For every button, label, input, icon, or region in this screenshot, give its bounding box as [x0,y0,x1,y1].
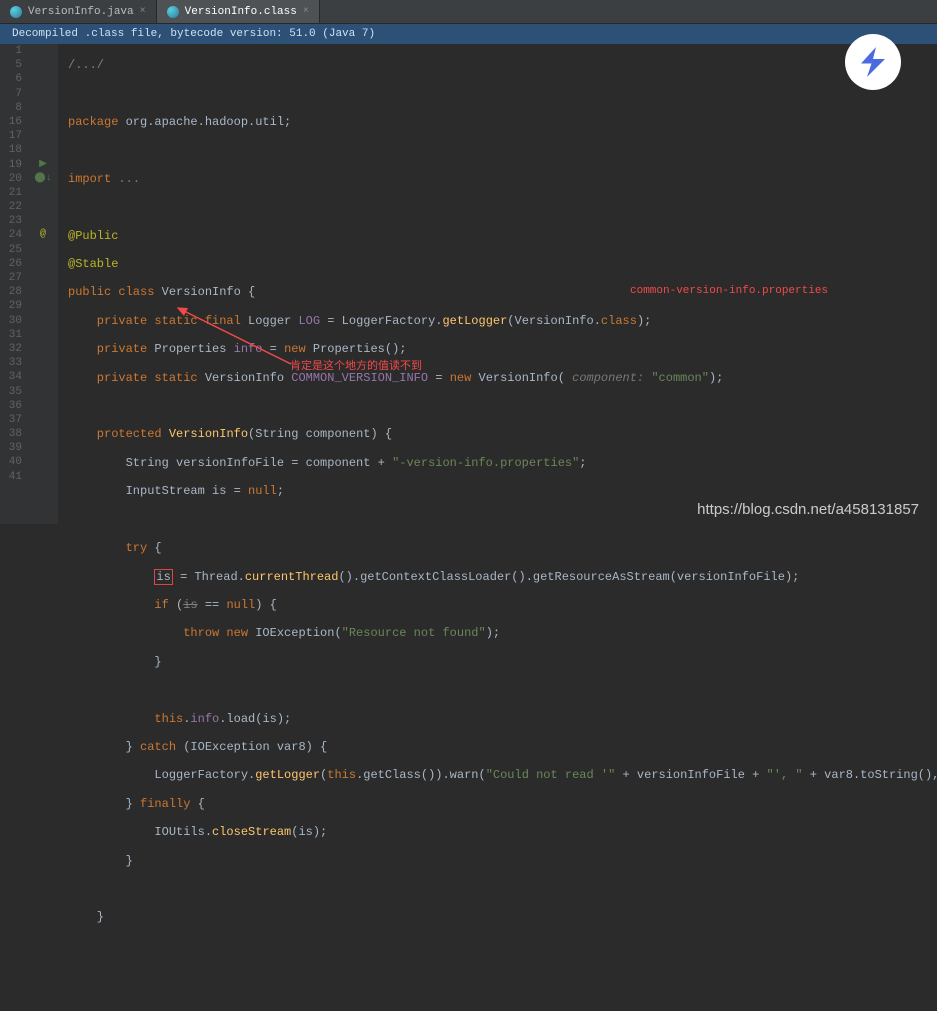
run-icon[interactable]: ▶ ⬤↓ [28,158,58,172]
annotation-gutter-icon: @ [28,228,58,242]
annotation-arrow [166,302,306,372]
code-area[interactable]: /.../ package org.apache.hadoop.util; im… [58,44,937,524]
annotation-comment: 肯定是这个地方的值读不到 [290,360,422,374]
editor-tabs: VersionInfo.java × VersionInfo.class × [0,0,937,24]
close-icon[interactable]: × [303,6,309,17]
editor[interactable]: 1 5 6 7 8 16 17 18 19 20 21 22 23 24 25 … [0,44,937,524]
annotation-properties-file: common-version-info.properties [630,284,828,298]
tab-versioninfo-java[interactable]: VersionInfo.java × [0,0,157,23]
highlighted-is: is [154,569,172,585]
class-file-icon [167,6,179,18]
watermark: https://blog.csdn.net/a458131857 [697,501,919,518]
java-file-icon [10,6,22,18]
icon-gutter: ▶ ⬤↓ @ [28,44,58,524]
tab-label: VersionInfo.class [185,6,297,18]
tab-label: VersionInfo.java [28,6,134,18]
tab-versioninfo-class[interactable]: VersionInfo.class × [157,0,320,23]
decompile-banner: Decompiled .class file, bytecode version… [0,24,937,44]
line-gutter: 1 5 6 7 8 16 17 18 19 20 21 22 23 24 25 … [0,44,28,524]
thunder-logo [845,34,901,90]
close-icon[interactable]: × [140,6,146,17]
